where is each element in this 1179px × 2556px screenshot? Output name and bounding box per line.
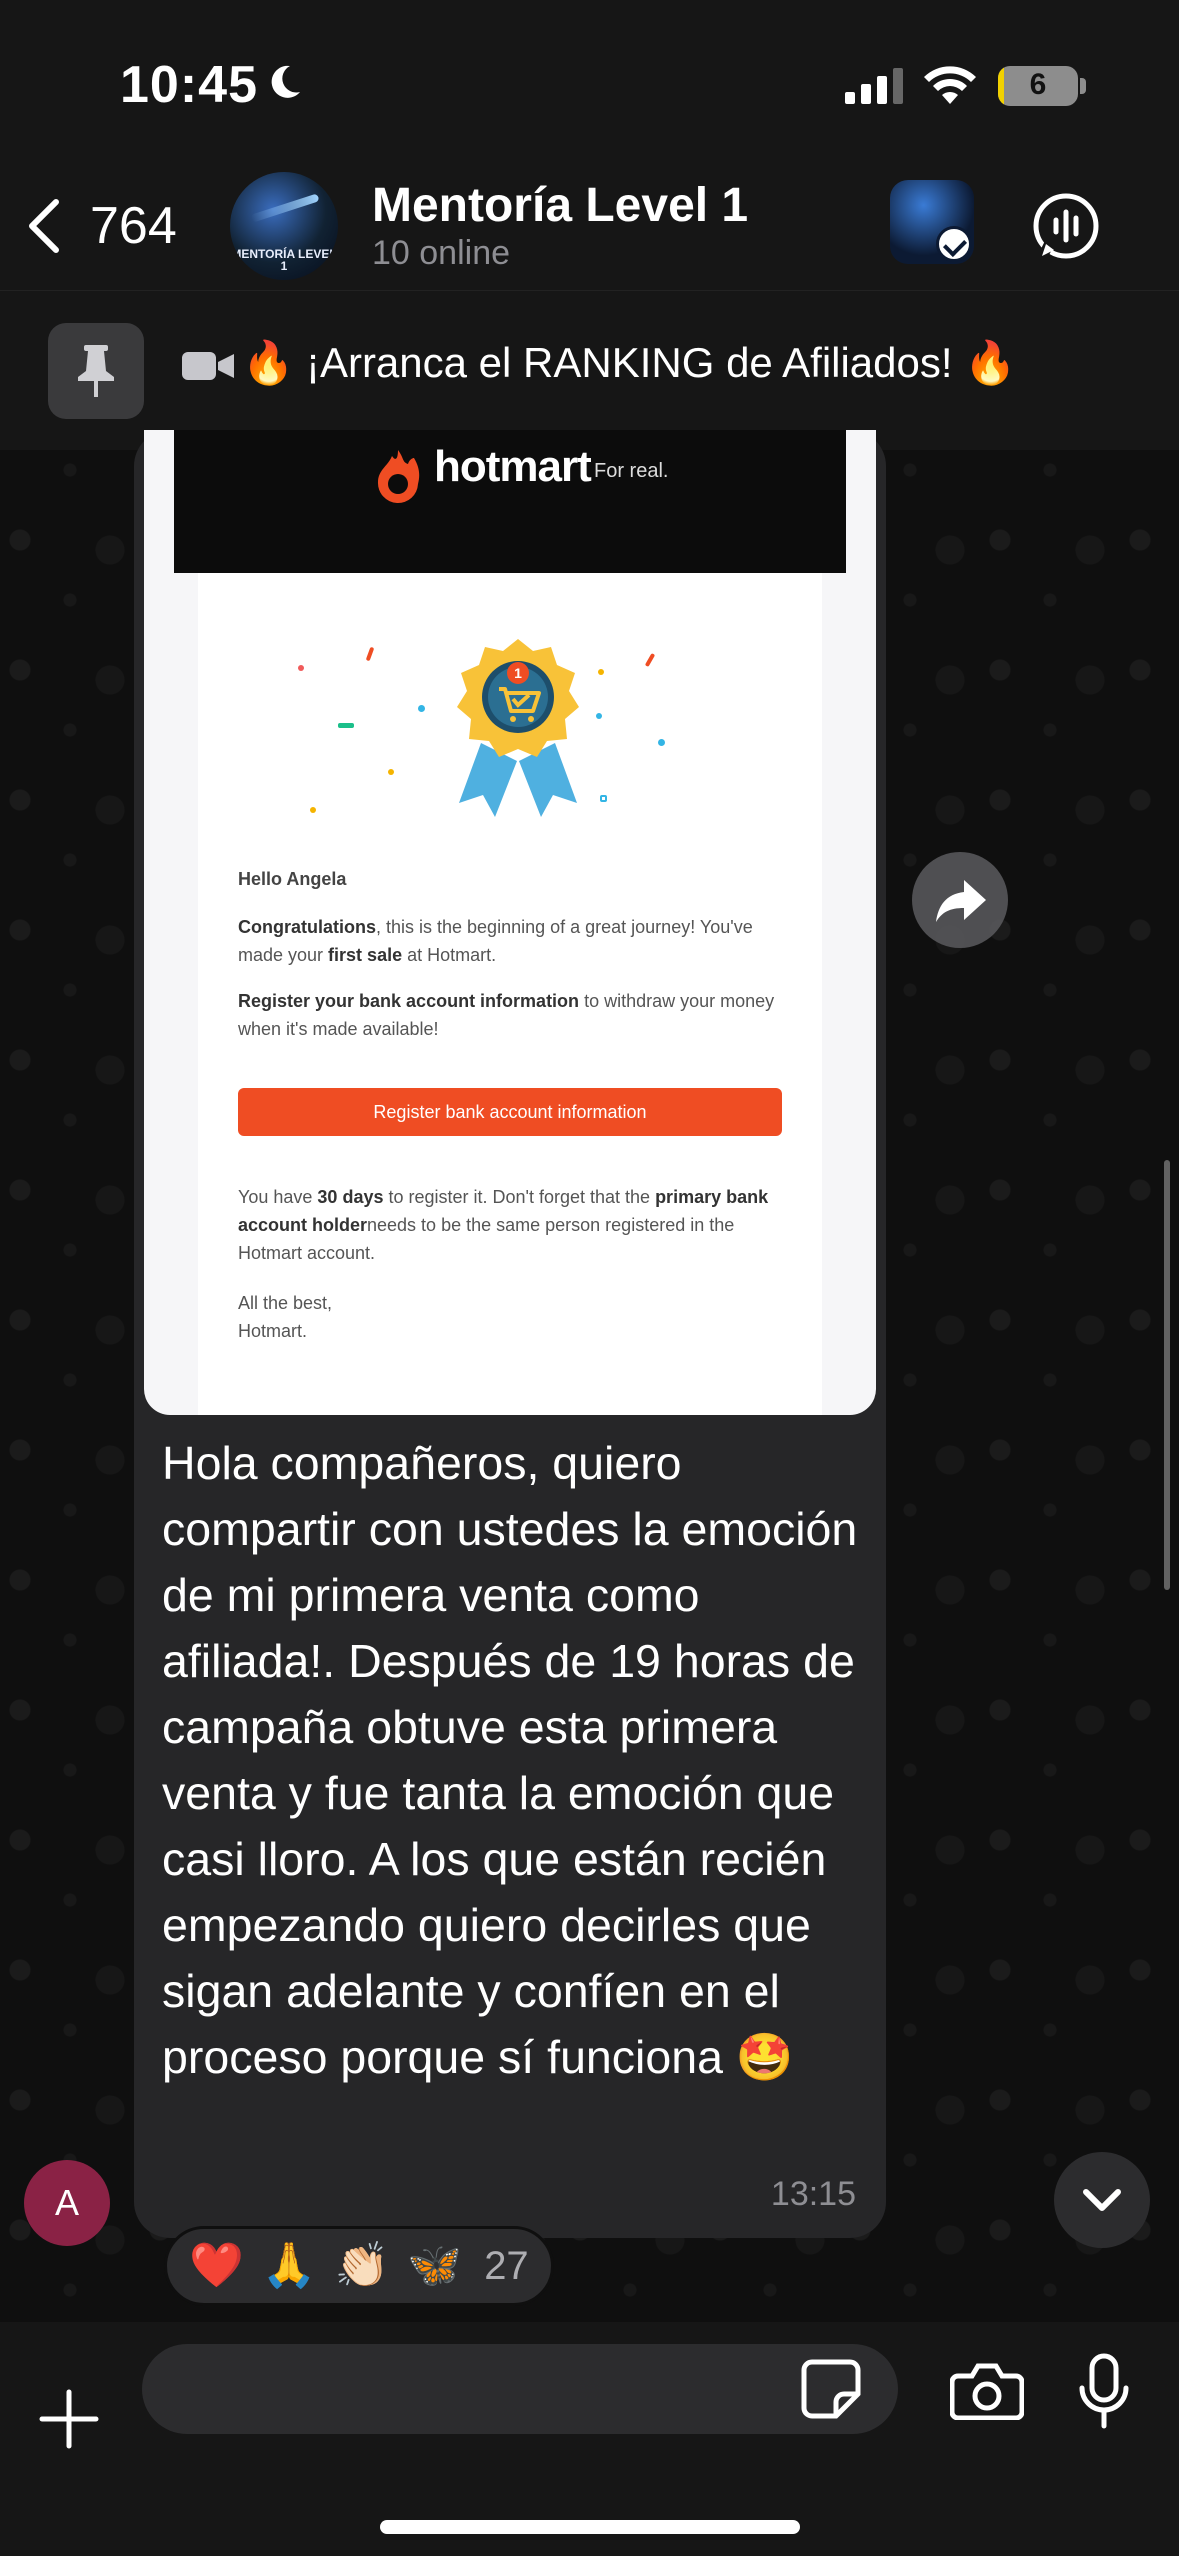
first-sale-medal-icon: 1 xyxy=(457,639,579,817)
attach-plus-icon[interactable] xyxy=(38,2388,100,2450)
message-text: Hola compañeros, quiero compartir con us… xyxy=(162,1437,858,2083)
pinned-text-label: 🔥 ¡Arranca el RANKING de Afiliados! 🔥 xyxy=(242,339,1017,386)
confetti-piece xyxy=(338,723,354,728)
scroll-to-bottom-button[interactable] xyxy=(1054,2152,1150,2248)
confetti-piece xyxy=(418,705,425,712)
home-indicator xyxy=(380,2520,800,2534)
battery-tip xyxy=(1080,78,1086,94)
online-count: 10 online xyxy=(372,234,511,272)
email-header: hotmart For real. xyxy=(174,430,846,573)
chevron-down-icon xyxy=(1083,2189,1121,2211)
svg-text:1: 1 xyxy=(514,665,522,681)
battery-level: 6 xyxy=(1029,68,1047,101)
confetti-piece xyxy=(388,769,394,775)
email-body: 1 Hello Angela Congratulations, this is … xyxy=(198,573,822,1415)
channel-avatar[interactable] xyxy=(890,180,974,264)
voice-chat-icon[interactable] xyxy=(1030,190,1102,262)
hotmart-wordmark: hotmart xyxy=(434,442,592,491)
email-paragraph-register: Register your bank account information t… xyxy=(238,991,775,1039)
group-title[interactable]: Mentoría Level 1 xyxy=(372,178,748,233)
reaction-count: 27 xyxy=(484,2243,529,2288)
reaction-butterfly[interactable]: 🦋 xyxy=(407,2244,462,2288)
attached-screenshot[interactable]: hotmart For real. 1 Hello Angela Congrat… xyxy=(144,430,876,1415)
confetti-piece xyxy=(658,739,665,746)
sticker-icon[interactable] xyxy=(800,2358,862,2420)
hotmart-tagline: For real. xyxy=(594,460,669,482)
reactions-bar[interactable]: ❤️ 🙏 👏🏻 🦋 27 xyxy=(164,2226,554,2306)
back-chevron-icon[interactable] xyxy=(24,196,64,256)
sender-avatar[interactable]: A xyxy=(24,2160,110,2246)
email-signoff: All the best, Hotmart. xyxy=(238,1293,333,1341)
pin-icon xyxy=(78,345,114,397)
hotmart-flame-icon xyxy=(377,450,420,504)
message-time: 13:15 xyxy=(770,2175,856,2213)
pinned-message-bar[interactable]: 🔥 ¡Arranca el RANKING de Afiliados! 🔥 xyxy=(0,290,1179,450)
status-bar: 10:45 6 xyxy=(0,0,1179,160)
message-input[interactable] xyxy=(142,2344,898,2434)
status-time: 10:45 xyxy=(120,56,258,114)
scrollbar[interactable] xyxy=(1164,1160,1170,1590)
chat-header: 764 MENTORÍA LEVEL 1 Mentoría Level 1 10… xyxy=(0,160,1179,290)
composer-bar xyxy=(0,2322,1179,2556)
confetti-piece xyxy=(365,646,375,662)
unread-count[interactable]: 764 xyxy=(90,196,177,256)
confetti-piece xyxy=(298,665,304,671)
verified-check-icon xyxy=(936,226,972,262)
pinned-message-text: 🔥 ¡Arranca el RANKING de Afiliados! 🔥 xyxy=(182,339,1017,388)
wifi-icon xyxy=(924,66,976,104)
confetti-piece xyxy=(598,669,604,675)
forward-arrow-icon xyxy=(936,880,986,922)
reaction-heart[interactable]: ❤️ xyxy=(189,2244,244,2288)
camera-icon[interactable] xyxy=(950,2362,1024,2420)
confetti-piece xyxy=(596,713,602,719)
group-avatar-label: MENTORÍA LEVEL 1 xyxy=(231,247,337,273)
video-camera-icon xyxy=(182,351,234,380)
message-bubble[interactable]: hotmart For real. 1 Hello Angela Congrat… xyxy=(134,430,886,2238)
confetti-piece xyxy=(310,807,316,813)
confetti-piece xyxy=(600,795,607,802)
register-bank-account-button: Register bank account information xyxy=(238,1088,782,1136)
group-avatar[interactable]: MENTORÍA LEVEL 1 xyxy=(230,172,338,280)
forward-button[interactable] xyxy=(912,852,1008,948)
email-paragraph-deadline: You have 30 days to register it. Don't f… xyxy=(238,1187,769,1263)
pin-button[interactable] xyxy=(48,323,144,419)
email-paragraph-congrats: Congratulations, this is the beginning o… xyxy=(238,917,753,965)
battery-icon: 6 xyxy=(998,66,1078,106)
microphone-icon[interactable] xyxy=(1076,2352,1132,2432)
reaction-clap[interactable]: 👏🏻 xyxy=(335,2244,390,2288)
cellular-signal-icon xyxy=(845,68,903,104)
confetti-piece xyxy=(644,652,656,668)
email-greeting: Hello Angela xyxy=(238,869,347,889)
reaction-pray[interactable]: 🙏 xyxy=(262,2244,317,2288)
moon-icon xyxy=(271,65,300,98)
